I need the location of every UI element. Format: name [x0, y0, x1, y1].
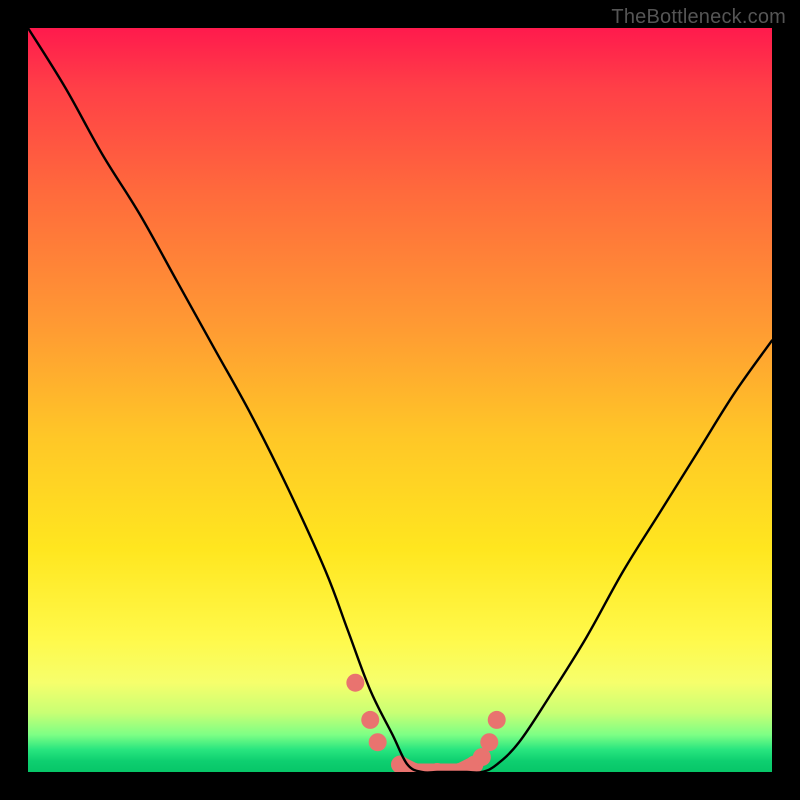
marker-dot: [488, 711, 506, 729]
plot-area: [28, 28, 772, 772]
watermark-text: TheBottleneck.com: [611, 6, 786, 29]
chart-frame: TheBottleneck.com: [0, 0, 800, 800]
marker-dot: [361, 711, 379, 729]
marker-dot: [346, 674, 364, 692]
curve-path: [28, 28, 772, 772]
bottleneck-curve: [28, 28, 772, 772]
marker-dot: [369, 733, 387, 751]
marker-dot: [480, 733, 498, 751]
